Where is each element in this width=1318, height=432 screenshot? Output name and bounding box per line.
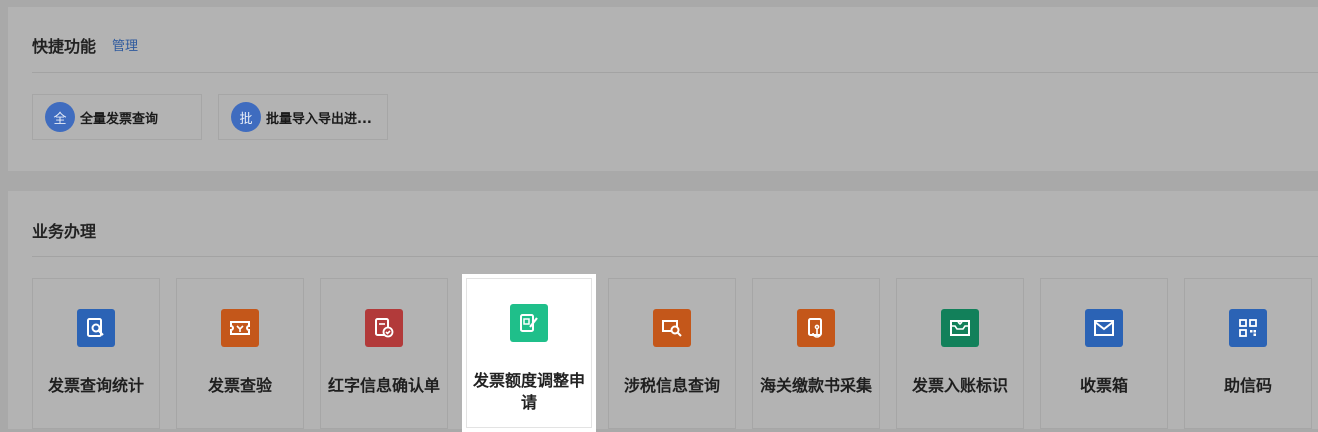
- tile-invoice-verify[interactable]: 发票查验: [176, 278, 304, 429]
- red-document-check-icon: [365, 309, 403, 347]
- ticket-verify-icon: [221, 309, 259, 347]
- quick-item-badge: 全: [45, 102, 75, 132]
- divider: [32, 256, 1318, 257]
- envelope-icon: [1085, 309, 1123, 347]
- divider: [32, 72, 1318, 73]
- invoice-search-icon: [77, 309, 115, 347]
- business-title: 业务办理: [32, 222, 97, 241]
- tile-red-info-confirm[interactable]: 红字信息确认单: [320, 278, 448, 429]
- tile-label: 红字信息确认单: [327, 376, 440, 395]
- tile-label: 发票查验: [207, 376, 272, 395]
- quick-item-full-invoice-query[interactable]: 全 全量发票查询: [32, 94, 202, 140]
- tile-invoice-query-stats[interactable]: 发票查询统计: [32, 278, 160, 429]
- tile-label: 发票查询统计: [47, 376, 144, 395]
- edit-document-icon: [510, 304, 548, 342]
- quick-item-label: 全量发票查询: [80, 111, 159, 127]
- quick-functions-panel: 快捷功能 管理 全 全量发票查询 批 批量导入导出进...: [8, 7, 1318, 171]
- tile-label: 发票入账标识: [911, 376, 1008, 395]
- quick-item-label: 批量导入导出进...: [266, 111, 372, 127]
- qr-code-icon: [1229, 309, 1267, 347]
- quick-item-batch-import-export[interactable]: 批 批量导入导出进...: [218, 94, 388, 140]
- tile-tax-info-query[interactable]: 涉税信息查询: [608, 278, 736, 429]
- inbox-download-icon: [941, 309, 979, 347]
- tile-label: 助信码: [1223, 376, 1272, 395]
- tile-credit-code[interactable]: 助信码: [1184, 278, 1312, 429]
- folder-search-icon: [653, 309, 691, 347]
- tile-label: 发票额度调整申请: [472, 371, 585, 412]
- tile-invoice-posting-mark[interactable]: 发票入账标识: [896, 278, 1024, 429]
- tile-label: 海关缴款书采集: [759, 376, 872, 395]
- quick-item-badge: 批: [231, 102, 261, 132]
- manage-link[interactable]: 管理: [112, 35, 138, 54]
- tile-invoice-quota-adjust[interactable]: 发票额度调整申请: [462, 274, 596, 432]
- anchor-document-icon: [797, 309, 835, 347]
- tile-label: 收票箱: [1079, 376, 1128, 395]
- tile-customs-payment[interactable]: 海关缴款书采集: [752, 278, 880, 429]
- quick-functions-title: 快捷功能: [32, 37, 97, 56]
- tile-receipt-box[interactable]: 收票箱: [1040, 278, 1168, 429]
- business-panel: 业务办理 发票查询统计 发票查验 红字信息确认单 发票额度调整申请 涉税信息查询: [8, 191, 1318, 432]
- tile-label: 涉税信息查询: [623, 376, 720, 395]
